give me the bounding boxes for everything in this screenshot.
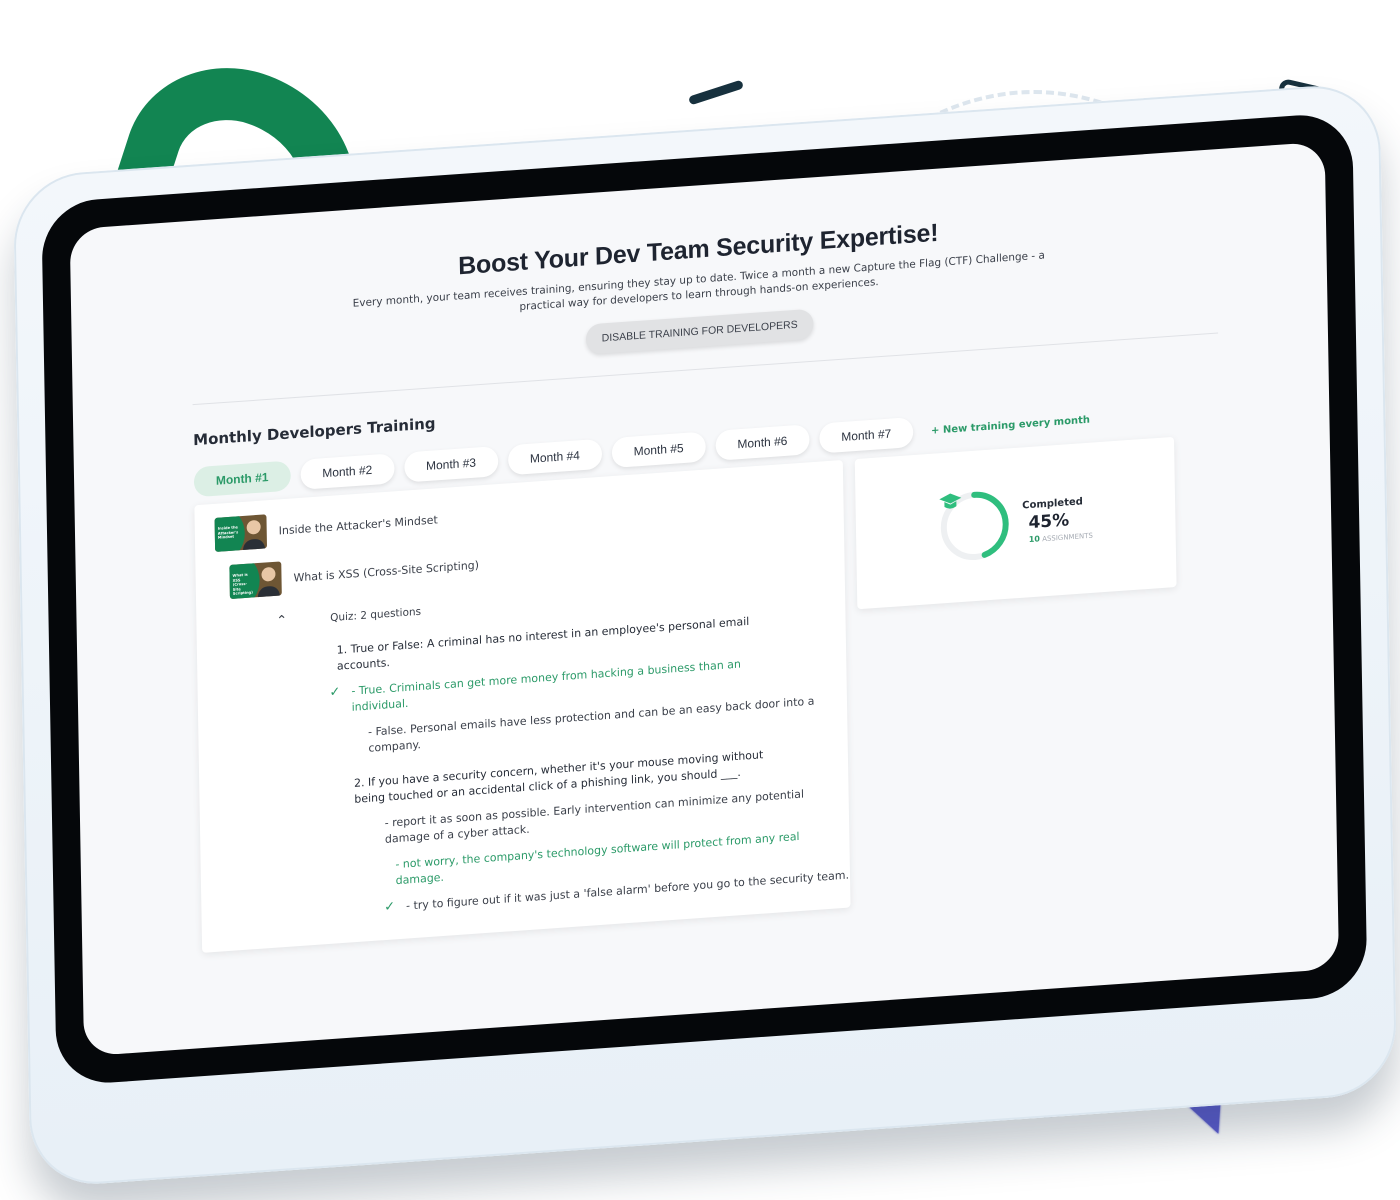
tablet-screen: Boost Your Dev Team Security Expertise! … [69, 141, 1340, 1057]
checkmark-icon: ✓ [384, 899, 396, 916]
assignments-count: 10 ASSIGNMENTS [1028, 531, 1093, 545]
progress-ring [938, 487, 1011, 564]
lesson-thumbnail: Inside the Attacker's Mindset [214, 514, 268, 552]
lesson-thumbnail: What is XSS (Cross-Site Scripting) [229, 561, 282, 600]
progress-card: Completed 45% 10 ASSIGNMENTS [854, 436, 1177, 610]
graduation-cap-icon [939, 493, 962, 509]
tab-month-6[interactable]: Month #6 [715, 424, 810, 461]
disable-training-button[interactable]: DISABLE TRAINING FOR DEVELOPERS [585, 308, 814, 355]
training-content: Inside the Attacker's Mindset Inside the… [194, 426, 1337, 953]
lesson-title: What is XSS (Cross-Site Scripting) [293, 558, 480, 585]
monthly-training-section: Monthly Developers Training Month #1 Mon… [73, 326, 1337, 961]
quiz-title: Quiz: 2 questions [330, 605, 422, 624]
new-training-link[interactable]: + New training every month [931, 414, 1090, 436]
tab-month-1[interactable]: Month #1 [193, 460, 291, 498]
progress-stats: Completed 45% 10 ASSIGNMENTS [1022, 496, 1093, 545]
chevron-up-icon[interactable]: ⌃ [276, 613, 290, 629]
tab-month-5[interactable]: Month #5 [611, 431, 706, 469]
tablet-bezel: Boost Your Dev Team Security Expertise! … [41, 111, 1368, 1087]
lesson-title: Inside the Attacker's Mindset [278, 512, 438, 537]
checkmark-icon: ✓ [329, 684, 341, 701]
lesson-panel: Inside the Attacker's Mindset Inside the… [194, 459, 851, 953]
progress-percent: 45% [1028, 510, 1070, 534]
tab-month-2[interactable]: Month #2 [300, 453, 395, 490]
tab-month-3[interactable]: Month #3 [403, 445, 499, 483]
navy-dash-decoration [687, 79, 745, 106]
tab-month-7[interactable]: Month #7 [819, 416, 914, 454]
quiz-section: ⌃ Quiz: 2 questions 1. True or False: A … [216, 575, 849, 927]
tablet-device: Boost Your Dev Team Security Expertise! … [12, 81, 1398, 1189]
tab-month-4[interactable]: Month #4 [507, 438, 603, 476]
